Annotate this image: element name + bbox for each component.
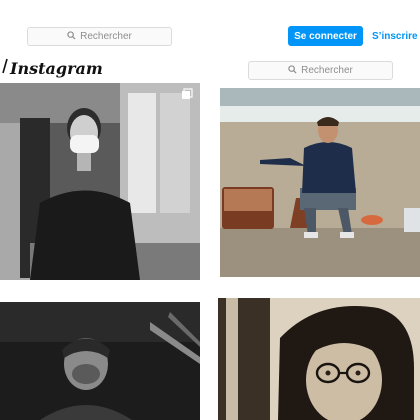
post-thumbnail[interactable] — [0, 83, 200, 280]
search-icon — [288, 65, 297, 76]
post-thumbnail[interactable] — [220, 88, 420, 277]
carousel-icon — [181, 87, 193, 99]
instagram-logo[interactable]: Instagram — [2, 58, 103, 78]
login-button[interactable]: Se connecter — [288, 26, 363, 46]
post-image — [0, 302, 200, 420]
post-image — [218, 298, 420, 420]
instagram-glyph-icon — [2, 58, 8, 78]
search-input[interactable]: Rechercher — [27, 27, 172, 46]
search-placeholder: Rechercher — [80, 31, 132, 42]
search-input-secondary[interactable]: Rechercher — [248, 61, 393, 80]
search-icon — [67, 31, 76, 42]
post-thumbnail[interactable] — [0, 302, 200, 420]
post-thumbnail[interactable] — [218, 298, 420, 420]
signup-link[interactable]: S’inscrire — [372, 26, 418, 46]
logo-wordmark: Instagram — [10, 58, 103, 78]
post-image — [220, 88, 420, 277]
search-placeholder-secondary: Rechercher — [301, 65, 353, 76]
post-image — [0, 83, 200, 280]
